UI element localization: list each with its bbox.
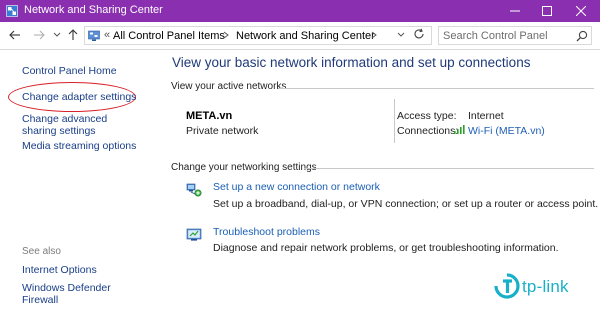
address-dropdown-button[interactable] [397, 31, 405, 40]
arrow-right-icon [34, 30, 45, 40]
chevron-right-icon[interactable] [223, 31, 229, 41]
wifi-connection-link[interactable]: Wi-Fi (META.vn) [468, 125, 545, 137]
refresh-button[interactable] [413, 28, 425, 43]
breadcrumb[interactable]: « All Control Panel Items Network and Sh… [84, 26, 432, 45]
access-type-value: Internet [468, 110, 504, 122]
sidebar-item-internet-options[interactable]: Internet Options [22, 264, 97, 276]
troubleshoot-link[interactable]: Troubleshoot problems [213, 226, 320, 238]
section-divider [278, 88, 594, 89]
sidebar-item-windows-firewall[interactable]: Windows Defender Firewall [22, 282, 143, 306]
troubleshoot-icon[interactable] [186, 227, 202, 243]
minimize-icon [510, 10, 520, 12]
tp-link-logo-icon [494, 273, 520, 299]
address-bar: « All Control Panel Items Network and Sh… [0, 22, 600, 50]
search-box[interactable] [438, 26, 592, 45]
search-input[interactable] [443, 29, 571, 43]
maximize-icon [542, 6, 552, 16]
close-button[interactable] [564, 0, 598, 22]
network-name: META.vn [186, 110, 233, 122]
back-button[interactable] [8, 28, 22, 42]
chevron-down-icon [397, 32, 405, 37]
wifi-signal-icon [454, 125, 465, 134]
search-icon[interactable] [576, 30, 588, 42]
sidebar-item-control-panel-home[interactable]: Control Panel Home [22, 65, 117, 77]
network-sharing-center-window: Network and Sharing Center « All Control… [0, 0, 600, 309]
brand-watermark: tp-link [494, 271, 596, 303]
forward-button[interactable] [32, 28, 46, 42]
connections-label: Connections: [397, 125, 459, 137]
see-also-heading: See also [22, 246, 61, 257]
refresh-icon [414, 28, 424, 39]
section-divider [304, 168, 594, 169]
breadcrumb-network-center[interactable]: Network and Sharing Center [236, 30, 375, 42]
network-center-icon [6, 5, 18, 17]
arrow-left-icon [9, 30, 20, 40]
chevron-down-icon [53, 32, 61, 37]
sidebar-item-media-streaming[interactable]: Media streaming options [22, 140, 136, 152]
sidebar: Control Panel Home Change adapter settin… [0, 51, 143, 309]
troubleshoot-description: Diagnose and repair network problems, or… [213, 242, 559, 254]
networking-settings-label: Change your networking settings [171, 162, 317, 173]
network-setup-icon[interactable] [186, 182, 202, 198]
active-networks-label: View your active networks [171, 81, 287, 92]
chevron-right-icon[interactable] [371, 31, 377, 41]
window-title: Network and Sharing Center [24, 4, 163, 16]
up-button[interactable] [66, 28, 80, 42]
access-type-label: Access type: [397, 110, 457, 122]
brand-wordmark: tp-link [522, 277, 569, 296]
maximize-button[interactable] [530, 0, 564, 22]
sidebar-item-change-adapter-settings[interactable]: Change adapter settings [22, 91, 136, 103]
title-bar: Network and Sharing Center [0, 0, 600, 22]
setup-connection-description: Set up a broadband, dial-up, or VPN conn… [213, 198, 599, 210]
page-title: View your basic network information and … [172, 55, 531, 70]
sidebar-item-advanced-sharing[interactable]: Change advanced sharing settings [22, 113, 140, 137]
minimize-button[interactable] [498, 0, 532, 22]
network-type[interactable]: Private network [186, 125, 258, 137]
breadcrumb-overflow[interactable]: « [104, 29, 110, 41]
arrow-up-icon [68, 29, 78, 40]
breadcrumb-all-items[interactable]: All Control Panel Items [113, 30, 225, 42]
close-icon [576, 6, 586, 16]
vertical-divider [394, 99, 395, 143]
setup-connection-link[interactable]: Set up a new connection or network [213, 181, 380, 193]
control-panel-icon [88, 30, 100, 41]
recent-locations-button[interactable] [50, 28, 64, 42]
